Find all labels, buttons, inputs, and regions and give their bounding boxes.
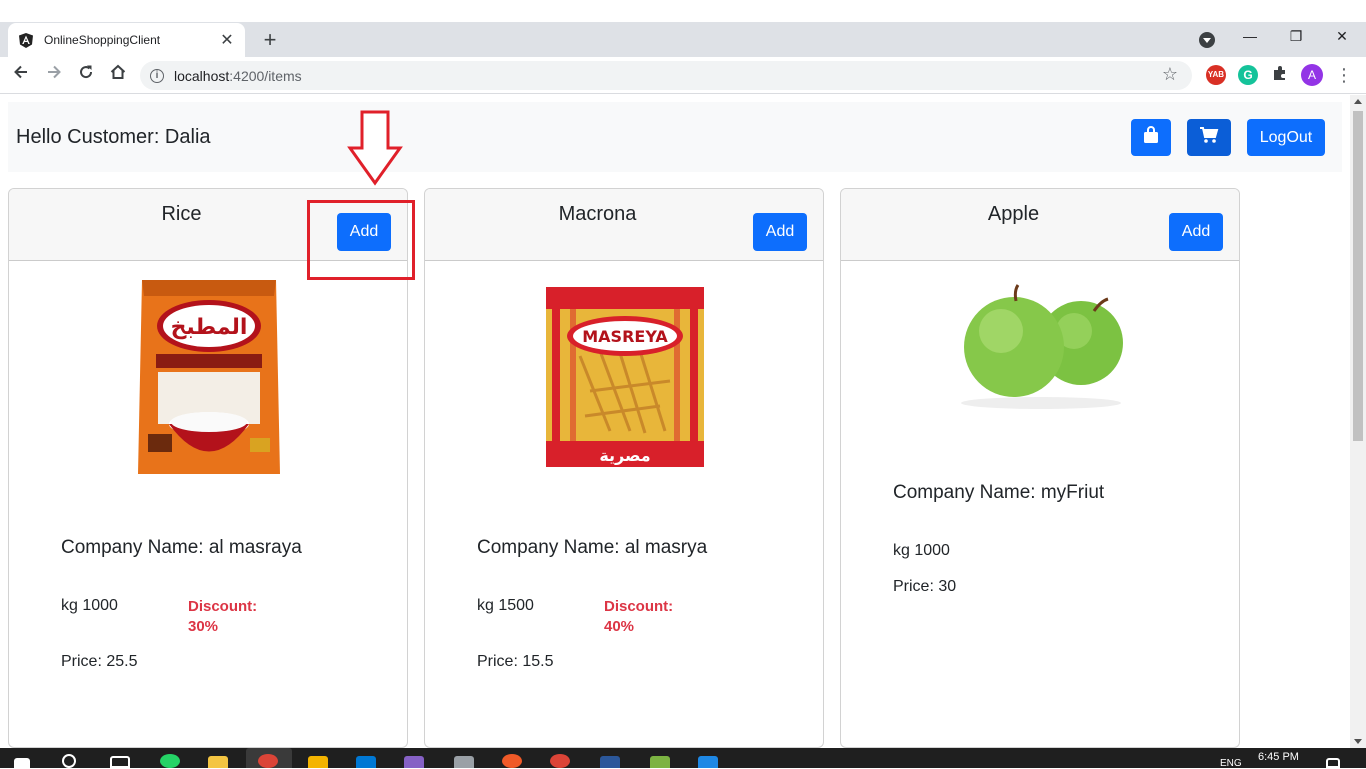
scrollbar-thumb[interactable] — [1353, 111, 1363, 441]
scroll-up-icon[interactable] — [1354, 99, 1362, 104]
shopping-bag-icon — [1143, 126, 1159, 149]
close-window-button[interactable]: ✕ — [1330, 28, 1354, 48]
company-name: Company Name: al masraya — [61, 537, 302, 558]
cart-button[interactable] — [1187, 119, 1231, 156]
notifications-icon[interactable] — [1326, 758, 1340, 768]
chrome-alt-icon[interactable] — [550, 754, 570, 768]
file-explorer-icon[interactable] — [208, 756, 228, 768]
bookmark-star-icon[interactable]: ☆ — [1162, 64, 1178, 85]
add-to-cart-button[interactable]: Add — [753, 213, 807, 251]
browser-tab[interactable]: OnlineShoppingClient ✕ — [8, 23, 245, 57]
shopping-cart-icon — [1199, 126, 1219, 149]
yab-extension-icon[interactable]: YAB — [1206, 65, 1226, 85]
grammarly-extension-icon[interactable]: G — [1238, 65, 1258, 85]
taskbar-clock[interactable]: 6:45 PM — [1258, 751, 1299, 763]
discount-label: Discount: — [604, 598, 674, 615]
windows-taskbar: ENG 6:45 PM — [0, 748, 1366, 769]
task-view-icon[interactable] — [110, 756, 130, 768]
home-icon[interactable] — [106, 63, 130, 87]
chrome-icon[interactable] — [258, 754, 278, 768]
company-name: Company Name: myFriut — [893, 482, 1105, 503]
orders-button[interactable] — [1131, 119, 1171, 156]
discount-value: 30% — [188, 618, 219, 635]
language-indicator[interactable]: ENG — [1220, 758, 1242, 769]
page-viewport: Hello Customer: Dalia LogOut Rice Add ال… — [0, 95, 1350, 748]
product-price: Price: 25.5 — [61, 653, 138, 670]
product-weight: kg 1500 — [477, 597, 534, 614]
rice-bag-image: المطبخ — [9, 261, 407, 491]
extensions-puzzle-icon[interactable] — [1268, 63, 1292, 87]
visual-studio-icon[interactable] — [404, 756, 424, 768]
annotation-highlight-box — [307, 200, 415, 280]
page-scrollbar[interactable] — [1350, 95, 1366, 748]
tab-search-icon[interactable] — [1199, 32, 1215, 48]
pasta-brand-text: MASREYA — [582, 327, 668, 346]
product-weight: kg 1000 — [893, 542, 950, 559]
product-price: Price: 15.5 — [477, 653, 554, 670]
vscode-icon[interactable] — [356, 756, 376, 768]
pasta-bag-image: MASREYA مصرية — [425, 261, 823, 491]
greeting-text: Hello Customer: Dalia — [16, 126, 211, 148]
restore-button[interactable]: ❐ — [1284, 28, 1308, 48]
minimize-button[interactable]: — — [1238, 28, 1262, 48]
product-price: Price: 30 — [893, 578, 957, 595]
card-header: Macrona Add — [425, 189, 823, 261]
tab-title: OnlineShoppingClient — [44, 33, 161, 47]
url-path: :4200/items — [229, 67, 302, 84]
green-apples-image — [841, 261, 1239, 431]
notes-icon[interactable] — [308, 756, 328, 768]
url-host: localhost — [174, 67, 230, 84]
discount-value: 40% — [604, 618, 635, 635]
company-name: Company Name: al masrya — [477, 537, 708, 558]
card-header: Apple Add — [841, 189, 1239, 261]
svg-text:مصرية: مصرية — [599, 446, 650, 465]
discount-badge: Discount: 40% — [604, 597, 673, 637]
whatsapp-icon[interactable] — [160, 754, 180, 768]
app-alt-icon[interactable] — [650, 756, 670, 768]
browser-toolbar: i localhost:4200/items ☆ YAB G A ⋮ — [0, 57, 1366, 94]
new-tab-button[interactable]: + — [258, 28, 282, 52]
product-title: Apple — [987, 203, 1040, 225]
logout-button[interactable]: LogOut — [1247, 119, 1325, 156]
discount-badge: Discount: 30% — [188, 597, 257, 637]
product-card-macrona: Macrona Add MASREYA مصرية Company Name: … — [424, 188, 824, 748]
windows-start-icon[interactable] — [14, 758, 30, 768]
profile-avatar[interactable]: A — [1301, 64, 1323, 86]
annotation-down-arrow-icon — [347, 110, 403, 191]
back-arrow-icon[interactable] — [9, 63, 33, 87]
scroll-down-icon[interactable] — [1354, 739, 1362, 744]
address-bar[interactable]: i localhost:4200/items ☆ — [140, 61, 1192, 90]
browser-menu-icon[interactable]: ⋮ — [1332, 63, 1356, 87]
site-info-icon[interactable]: i — [150, 68, 164, 83]
navbar: Hello Customer: Dalia LogOut — [8, 102, 1342, 172]
angular-icon — [18, 32, 34, 48]
reload-icon[interactable] — [74, 63, 98, 87]
product-title: Rice — [161, 203, 202, 225]
forward-arrow-icon[interactable] — [42, 63, 66, 87]
app-info-icon[interactable] — [698, 756, 718, 768]
add-to-cart-button[interactable]: Add — [1169, 213, 1223, 251]
rice-brand-text: المطبخ — [171, 315, 248, 340]
product-card-apple: Apple Add Company Name: myFriut kg 1000 … — [840, 188, 1240, 748]
app-icon[interactable] — [454, 756, 474, 768]
product-title: Macrona — [558, 203, 637, 225]
word-icon[interactable] — [600, 756, 620, 768]
postman-icon[interactable] — [502, 754, 522, 768]
search-icon[interactable] — [62, 754, 76, 768]
window-top-bar — [0, 0, 1366, 22]
close-tab-icon[interactable]: ✕ — [219, 30, 235, 50]
discount-label: Discount: — [188, 598, 258, 615]
product-weight: kg 1000 — [61, 597, 118, 614]
